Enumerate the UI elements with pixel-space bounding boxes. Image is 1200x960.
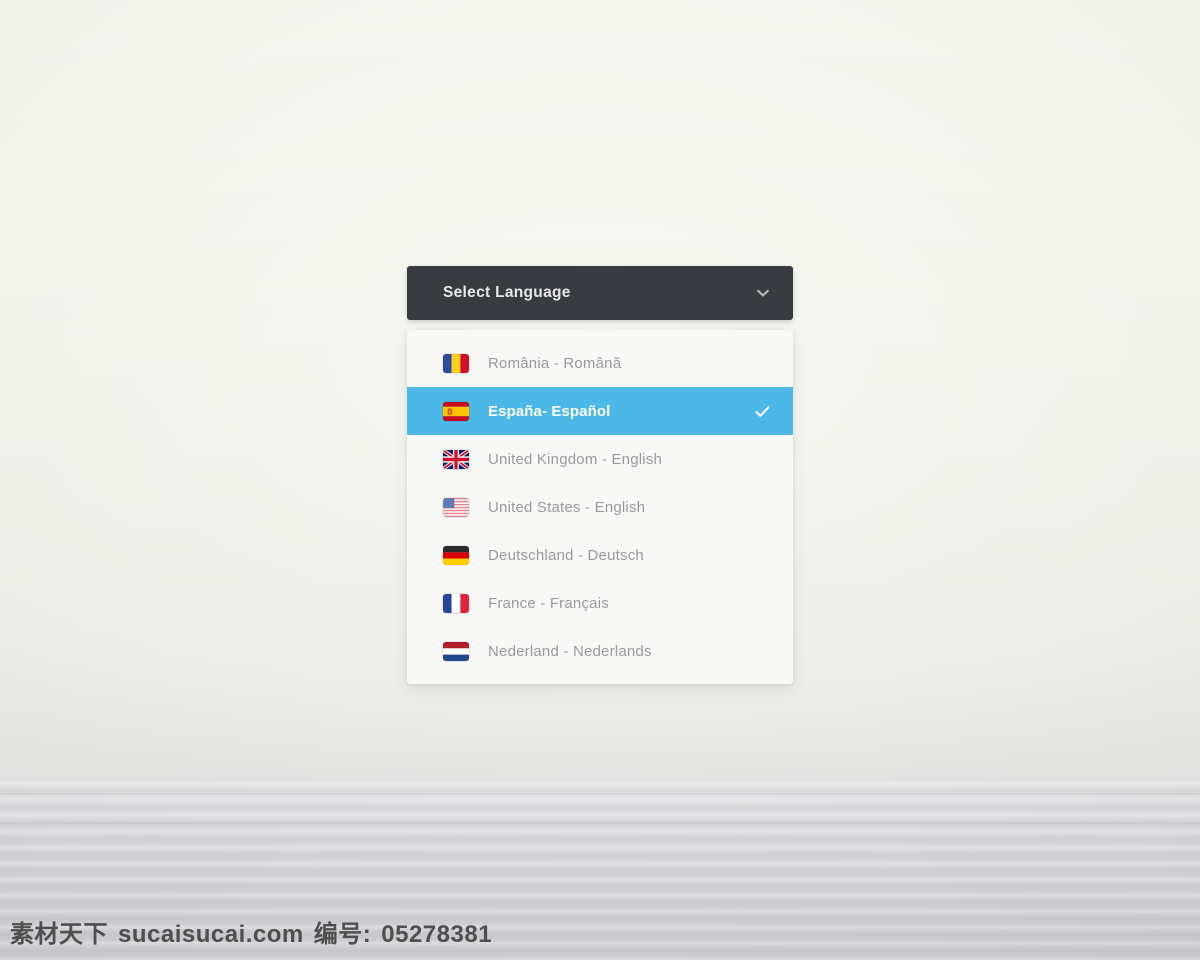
language-option-france[interactable]: France - Français <box>407 579 793 627</box>
language-option-label: Deutschland - Deutsch <box>488 546 644 564</box>
chevron-down-icon[interactable] <box>755 285 771 301</box>
watermark-site-cn: 素材天下 <box>10 921 108 948</box>
language-option-label: España- Español <box>488 402 611 420</box>
language-dropdown-toggle[interactable]: Select Language <box>407 266 793 320</box>
language-option-germany[interactable]: Deutschland - Deutsch <box>407 531 793 579</box>
flag-united-states-icon <box>443 497 469 517</box>
language-option-romania[interactable]: România - Română <box>407 339 793 387</box>
flag-united-kingdom-icon <box>443 449 469 469</box>
language-option-label: United States - English <box>488 498 646 516</box>
language-option-label: Nederland - Nederlands <box>488 642 652 660</box>
language-option-spain[interactable]: España- Español <box>407 387 793 435</box>
flag-netherlands-icon <box>443 641 469 661</box>
watermark-id-label: 编号: <box>313 921 372 948</box>
watermark-id-number: 05278381 <box>381 921 493 948</box>
language-options-list: România - Română España- Español United … <box>407 330 793 684</box>
dropdown-header-label: Select Language <box>443 284 571 301</box>
watermark: 素材天下 sucaisucai.com 编号: 05278381 <box>10 914 492 949</box>
flag-romania-icon <box>443 353 469 373</box>
check-icon <box>755 405 770 417</box>
language-option-netherlands[interactable]: Nederland - Nederlands <box>407 627 793 675</box>
language-option-label: United Kingdom - English <box>488 450 663 468</box>
watermark-site-url: sucaisucai.com <box>118 921 304 948</box>
language-option-label: România - Română <box>488 354 622 372</box>
language-option-united-states[interactable]: United States - English <box>407 483 793 531</box>
language-option-united-kingdom[interactable]: United Kingdom - English <box>407 435 793 483</box>
flag-spain-icon <box>443 401 469 421</box>
language-selector-widget: Select Language România - Română España-… <box>407 266 793 684</box>
flag-france-icon <box>443 593 469 613</box>
language-option-label: France - Français <box>488 594 609 612</box>
flag-germany-icon <box>443 545 469 565</box>
